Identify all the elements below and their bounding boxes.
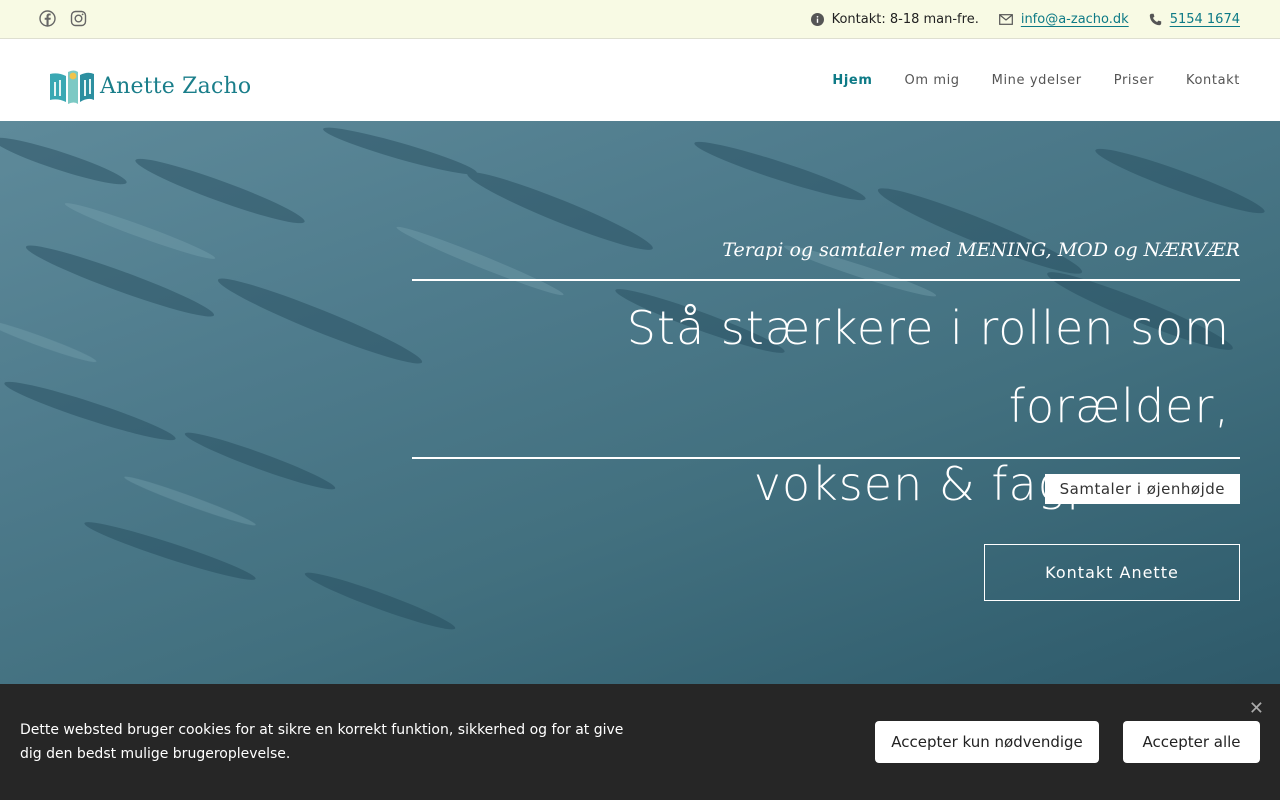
cookie-banner: Dette websted bruger cookies for at sikr…	[0, 684, 1280, 800]
logo[interactable]: Anette Zacho	[48, 66, 251, 106]
phone-group: 5154 1674	[1149, 12, 1240, 27]
accept-necessary-button[interactable]: Accepter kun nødvendige	[875, 721, 1099, 763]
hero-tagline: Terapi og samtaler med MENING, MOD og NÆ…	[722, 239, 1240, 261]
email-group: info@a-zacho.dk	[998, 12, 1129, 27]
logo-text: Anette Zacho	[100, 73, 252, 99]
facebook-icon[interactable]	[39, 10, 56, 27]
nav-item-priser[interactable]: Priser	[1114, 73, 1154, 88]
contact-info: Kontakt: 8-18 man-fre. info@a-zacho.dk 5…	[791, 0, 1240, 38]
mail-icon	[998, 13, 1013, 25]
logo-icon	[50, 70, 94, 104]
phone-link[interactable]: 5154 1674	[1170, 12, 1240, 27]
contact-anette-button[interactable]: Kontakt Anette	[984, 544, 1240, 601]
nav-item-kontakt[interactable]: Kontakt	[1186, 73, 1240, 88]
instagram-icon[interactable]	[70, 10, 87, 27]
cookie-message: Dette websted bruger cookies for at sikr…	[20, 722, 624, 762]
info-icon	[810, 12, 824, 26]
social-links	[39, 10, 87, 27]
email-link[interactable]: info@a-zacho.dk	[1021, 12, 1129, 27]
site-header: Anette Zacho Hjem Om mig Mine ydelser Pr…	[0, 39, 1280, 121]
contact-hours-text: Kontakt: 8-18 man-fre.	[831, 11, 979, 27]
nav-item-hjem[interactable]: Hjem	[832, 73, 872, 88]
hero-top-divider	[412, 279, 1240, 281]
contact-hours: Kontakt: 8-18 man-fre.	[810, 11, 979, 27]
close-icon[interactable]: ✕	[1249, 698, 1264, 719]
hero-headline-line1: Stå stærkere i rollen som forælder,	[626, 301, 1230, 433]
accept-all-button[interactable]: Accepter alle	[1123, 721, 1260, 763]
hero-bottom-divider	[412, 457, 1240, 459]
nav-item-om-mig[interactable]: Om mig	[905, 73, 960, 88]
main-nav: Hjem Om mig Mine ydelser Priser Kontakt	[800, 39, 1240, 121]
phone-icon	[1149, 13, 1161, 25]
hero-subtitle-badge: Samtaler i øjenhøjde	[1044, 474, 1240, 504]
top-info-bar: Kontakt: 8-18 man-fre. info@a-zacho.dk 5…	[0, 0, 1280, 39]
nav-item-mine-ydelser[interactable]: Mine ydelser	[992, 73, 1082, 88]
